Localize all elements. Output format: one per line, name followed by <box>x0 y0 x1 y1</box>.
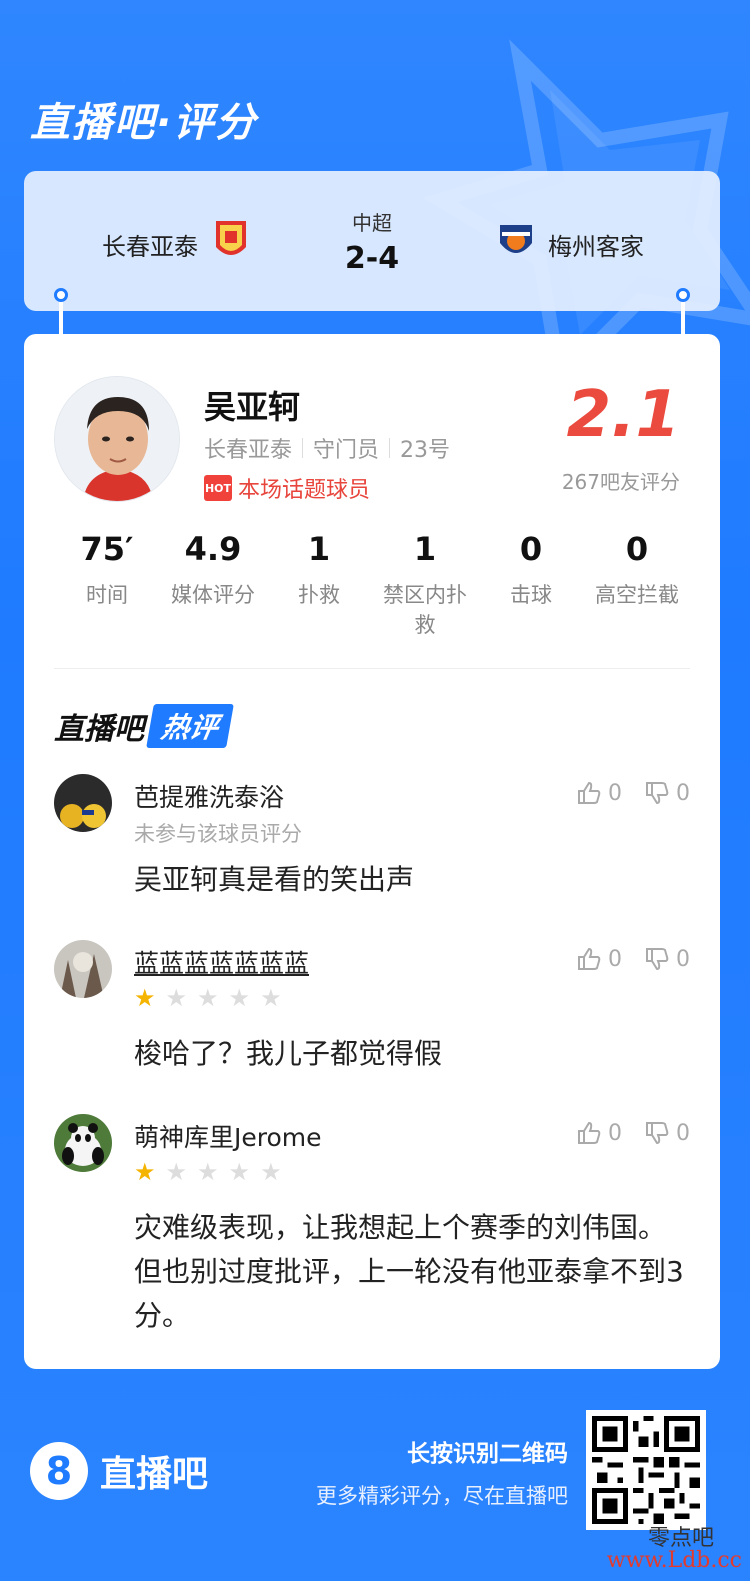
stat-value: 0 <box>625 530 649 568</box>
stat-punches: 0 击球 <box>478 530 584 640</box>
like-count: 0 <box>608 946 622 972</box>
star-icon-empty: ★ <box>165 984 188 1012</box>
dislike-count: 0 <box>676 780 690 806</box>
like-button[interactable]: 0 <box>576 946 622 972</box>
player-number: 23号 <box>400 438 451 463</box>
stat-label: 高空拦截 <box>595 583 679 607</box>
hot-badge: HOT <box>204 475 232 501</box>
comment-star-rating: ★ ★ ★ ★ ★ <box>134 1160 282 1184</box>
dislike-button[interactable]: 0 <box>644 946 690 972</box>
thumbs-up-icon <box>578 947 601 970</box>
thumbs-down-icon <box>646 782 669 805</box>
comment-star-rating: ★ ★ ★ ★ ★ <box>134 986 282 1010</box>
stat-value: 1 <box>413 530 437 568</box>
meta-divider <box>389 438 391 458</box>
comment-text: 梭哈了？我儿子都觉得假 <box>134 1037 443 1070</box>
thumbs-down-icon <box>646 948 669 971</box>
dislike-button[interactable]: 0 <box>644 1120 690 1146</box>
commenter-name[interactable]: 芭提雅洗泰浴 <box>134 778 284 814</box>
player-avatar[interactable] <box>54 376 180 502</box>
comment-item: 蓝蓝蓝蓝蓝蓝蓝 ★ ★ ★ ★ ★ 梭哈了？我儿子都觉得假 0 0 <box>54 940 690 1090</box>
like-button[interactable]: 0 <box>576 1120 622 1146</box>
scan-qr-hint: 长按识别二维码 <box>407 1441 568 1467</box>
meta-divider <box>302 438 304 458</box>
stat-label: 击球 <box>510 583 552 607</box>
commenter-name[interactable]: 萌神库里Jerome <box>134 1118 322 1154</box>
comment-text: 灾难级表现，让我想起上个赛季的刘伟国。但也别过度批评，上一轮没有他亚泰拿不到3分… <box>134 1211 684 1332</box>
like-count: 0 <box>608 780 622 806</box>
away-team-logo-icon <box>500 225 532 253</box>
hot-comments-title-left: 直播吧 <box>54 712 144 747</box>
stat-time: 75′ 时间 <box>54 530 160 640</box>
footer-brand-logo: 8 直播吧 <box>30 1442 208 1500</box>
hot-comments-title-right: 热评 <box>146 704 234 748</box>
rating-count: 267吧友评分 <box>561 470 680 494</box>
stat-saves: 1 扑救 <box>266 530 372 640</box>
star-icon-empty: ★ <box>165 1158 188 1186</box>
stat-label: 禁区内扑救 <box>383 583 467 637</box>
brand-name: 直播吧 <box>100 1454 209 1495</box>
player-rating-card: 吴亚轲 长春亚泰 守门员 23号 HOT 本场话题球员 2.1 267吧友评分 … <box>24 334 720 1369</box>
star-icon-empty: ★ <box>197 984 219 1012</box>
star-icon-empty: ★ <box>228 984 251 1012</box>
player-team: 长春亚泰 <box>204 438 293 463</box>
player-stats: 75′ 时间 4.9 媒体评分 1 扑救 1 禁区内扑救 0 击球 0 高空拦截 <box>54 530 690 640</box>
dislike-button[interactable]: 0 <box>644 780 690 806</box>
match-card[interactable]: 长春亚泰 中超 2-4 梅州客家 <box>24 171 720 311</box>
stat-label: 媒体评分 <box>171 583 255 607</box>
comment-rating-note: 未参与该球员评分 <box>134 822 302 846</box>
away-team-name: 梅州客家 <box>548 233 644 261</box>
stat-value: 1 <box>307 530 331 568</box>
commenter-avatar[interactable] <box>54 1114 112 1172</box>
star-icon-filled: ★ <box>134 1158 156 1186</box>
star-icon-empty: ★ <box>260 984 282 1012</box>
thumbs-down-icon <box>646 1122 669 1145</box>
comment-actions: 0 0 <box>576 780 690 806</box>
star-icon-empty: ★ <box>260 1158 282 1186</box>
comment-item: 芭提雅洗泰浴 未参与该球员评分 吴亚轲真是看的笑出声 0 0 <box>54 774 690 914</box>
stat-value: 0 <box>519 530 543 568</box>
star-icon-filled: ★ <box>134 984 156 1012</box>
stat-label: 扑救 <box>298 583 340 607</box>
thumbs-up-icon <box>578 1121 601 1144</box>
player-name: 吴亚轲 <box>204 388 301 426</box>
commenter-avatar[interactable] <box>54 774 112 832</box>
section-divider <box>54 668 690 669</box>
commenter-name[interactable]: 蓝蓝蓝蓝蓝蓝蓝 <box>134 944 309 980</box>
player-meta: 长春亚泰 守门员 23号 <box>204 432 450 464</box>
like-button[interactable]: 0 <box>576 780 622 806</box>
stat-high-claims: 0 高空拦截 <box>584 530 690 640</box>
stat-box-saves: 1 禁区内扑救 <box>372 530 478 640</box>
brand-logo-icon: 8 <box>30 1442 88 1500</box>
user-rating-score: 2.1 <box>566 378 680 452</box>
dislike-count: 0 <box>676 1120 690 1146</box>
comment-actions: 0 0 <box>576 1120 690 1146</box>
star-icon-empty: ★ <box>197 1158 219 1186</box>
hot-topic-label: 本场话题球员 <box>238 478 371 503</box>
comment-text: 吴亚轲真是看的笑出声 <box>134 863 415 896</box>
watermark-url: www.Ldb.cc <box>606 1548 742 1573</box>
stat-value: 75′ <box>80 530 134 568</box>
like-count: 0 <box>608 1120 622 1146</box>
hot-topic-row: HOT 本场话题球员 <box>204 472 370 504</box>
commenter-avatar[interactable] <box>54 940 112 998</box>
star-icon-empty: ★ <box>228 1158 251 1186</box>
qr-code[interactable] <box>586 1410 706 1530</box>
player-position: 守门员 <box>313 438 380 463</box>
page-title: 直播吧·评分 <box>30 100 258 146</box>
stat-value: 4.9 <box>184 530 242 568</box>
footer-slogan: 更多精彩评分，尽在直播吧 <box>316 1484 568 1508</box>
hot-comments-header: 直播吧 热评 <box>54 704 234 748</box>
comment-actions: 0 0 <box>576 946 690 972</box>
dislike-count: 0 <box>676 946 690 972</box>
stat-label: 时间 <box>86 583 128 607</box>
thumbs-up-icon <box>578 781 601 804</box>
stat-media-rating: 4.9 媒体评分 <box>160 530 266 640</box>
comment-item: 萌神库里Jerome ★ ★ ★ ★ ★ 灾难级表现，让我想起上个赛季的刘伟国。… <box>54 1114 690 1344</box>
